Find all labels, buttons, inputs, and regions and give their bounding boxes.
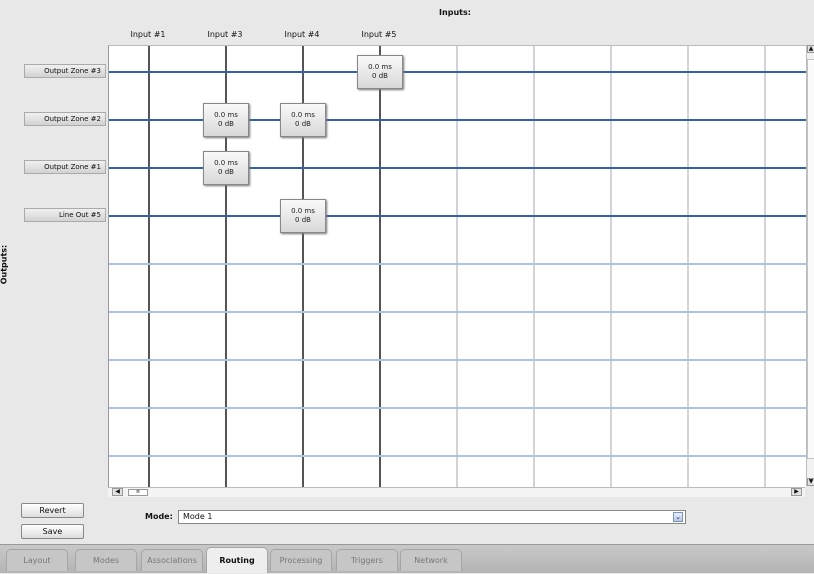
outputs-title-text: Outputs:	[0, 244, 9, 285]
output-row-line	[109, 407, 806, 409]
output-row-button[interactable]: Output Zone #1	[24, 160, 106, 174]
output-row-button[interactable]: Output Zone #2	[24, 112, 106, 126]
route-gain: 0 dB	[372, 72, 388, 80]
scroll-left-button[interactable]: ◀	[112, 488, 123, 496]
tab-modes[interactable]: Modes	[75, 549, 137, 571]
routing-matrix[interactable]: 0.0 ms 0 dB 0.0 ms 0 dB 0.0 ms 0 dB 0.0 ms 0 dB…	[108, 45, 806, 487]
input-column-line	[764, 46, 766, 487]
route-gain: 0 dB	[218, 120, 234, 128]
input-column-line	[148, 46, 150, 487]
tab-associations[interactable]: Associations	[141, 549, 203, 571]
output-row-button[interactable]: Output Zone #3	[24, 64, 106, 78]
input-column-header: Input #3	[207, 30, 243, 39]
route-gain: 0 dB	[218, 168, 234, 176]
mode-select[interactable]: Mode 1 ⌄	[178, 510, 686, 524]
output-row-line	[109, 455, 806, 457]
input-column-line	[533, 46, 535, 487]
input-column-line	[456, 46, 458, 487]
horizontal-scrollbar[interactable]: ◀ ≡ ▶	[108, 487, 805, 497]
input-column-line	[379, 46, 381, 487]
route-node[interactable]: 0.0 ms 0 dB	[203, 151, 249, 185]
route-node[interactable]: 0.0 ms 0 dB	[357, 55, 403, 89]
tab-routing[interactable]: Routing	[206, 547, 268, 573]
route-node[interactable]: 0.0 ms 0 dB	[203, 103, 249, 137]
input-column-header: Input #5	[361, 30, 397, 39]
output-row-button[interactable]: Line Out #5	[24, 208, 106, 222]
route-delay: 0.0 ms	[291, 207, 315, 215]
input-column-header: Input #1	[130, 30, 166, 39]
chevron-down-icon[interactable]: ⌄	[673, 512, 683, 522]
route-delay: 0.0 ms	[214, 111, 238, 119]
input-column-line	[610, 46, 612, 487]
horizontal-scroll-thumb[interactable]: ≡	[128, 489, 148, 496]
scroll-up-button[interactable]: ▲	[807, 45, 814, 53]
output-row-line	[109, 311, 806, 313]
save-button[interactable]: Save	[21, 524, 84, 539]
output-row-line	[109, 263, 806, 265]
input-column-header: Input #4	[284, 30, 320, 39]
vertical-scroll-thumb[interactable]	[807, 59, 814, 459]
inputs-title: Inputs:	[439, 8, 471, 17]
tab-network[interactable]: Network	[400, 549, 462, 571]
scroll-down-button[interactable]: ▼	[807, 478, 814, 486]
route-node[interactable]: 0.0 ms 0 dB	[280, 103, 326, 137]
tab-bar: Layout Modes Associations Routing Processing…	[0, 544, 814, 573]
tab-processing[interactable]: Processing	[270, 549, 332, 571]
outputs-title: Outputs:	[0, 245, 30, 285]
mode-select-value: Mode 1	[183, 512, 213, 521]
output-row-line	[109, 215, 806, 217]
route-node[interactable]: 0.0 ms 0 dB	[280, 199, 326, 233]
route-delay: 0.0 ms	[291, 111, 315, 119]
mode-label: Mode:	[145, 512, 173, 521]
route-delay: 0.0 ms	[214, 159, 238, 167]
route-delay: 0.0 ms	[368, 63, 392, 71]
output-row-line	[109, 71, 806, 73]
output-row-line	[109, 359, 806, 361]
input-column-line	[687, 46, 689, 487]
tab-triggers[interactable]: Triggers	[336, 549, 398, 571]
tab-layout[interactable]: Layout	[6, 549, 68, 571]
vertical-scrollbar[interactable]: ▲ ▼	[806, 45, 814, 486]
scroll-right-button[interactable]: ▶	[791, 488, 802, 496]
route-gain: 0 dB	[295, 216, 311, 224]
revert-button[interactable]: Revert	[21, 503, 84, 518]
route-gain: 0 dB	[295, 120, 311, 128]
